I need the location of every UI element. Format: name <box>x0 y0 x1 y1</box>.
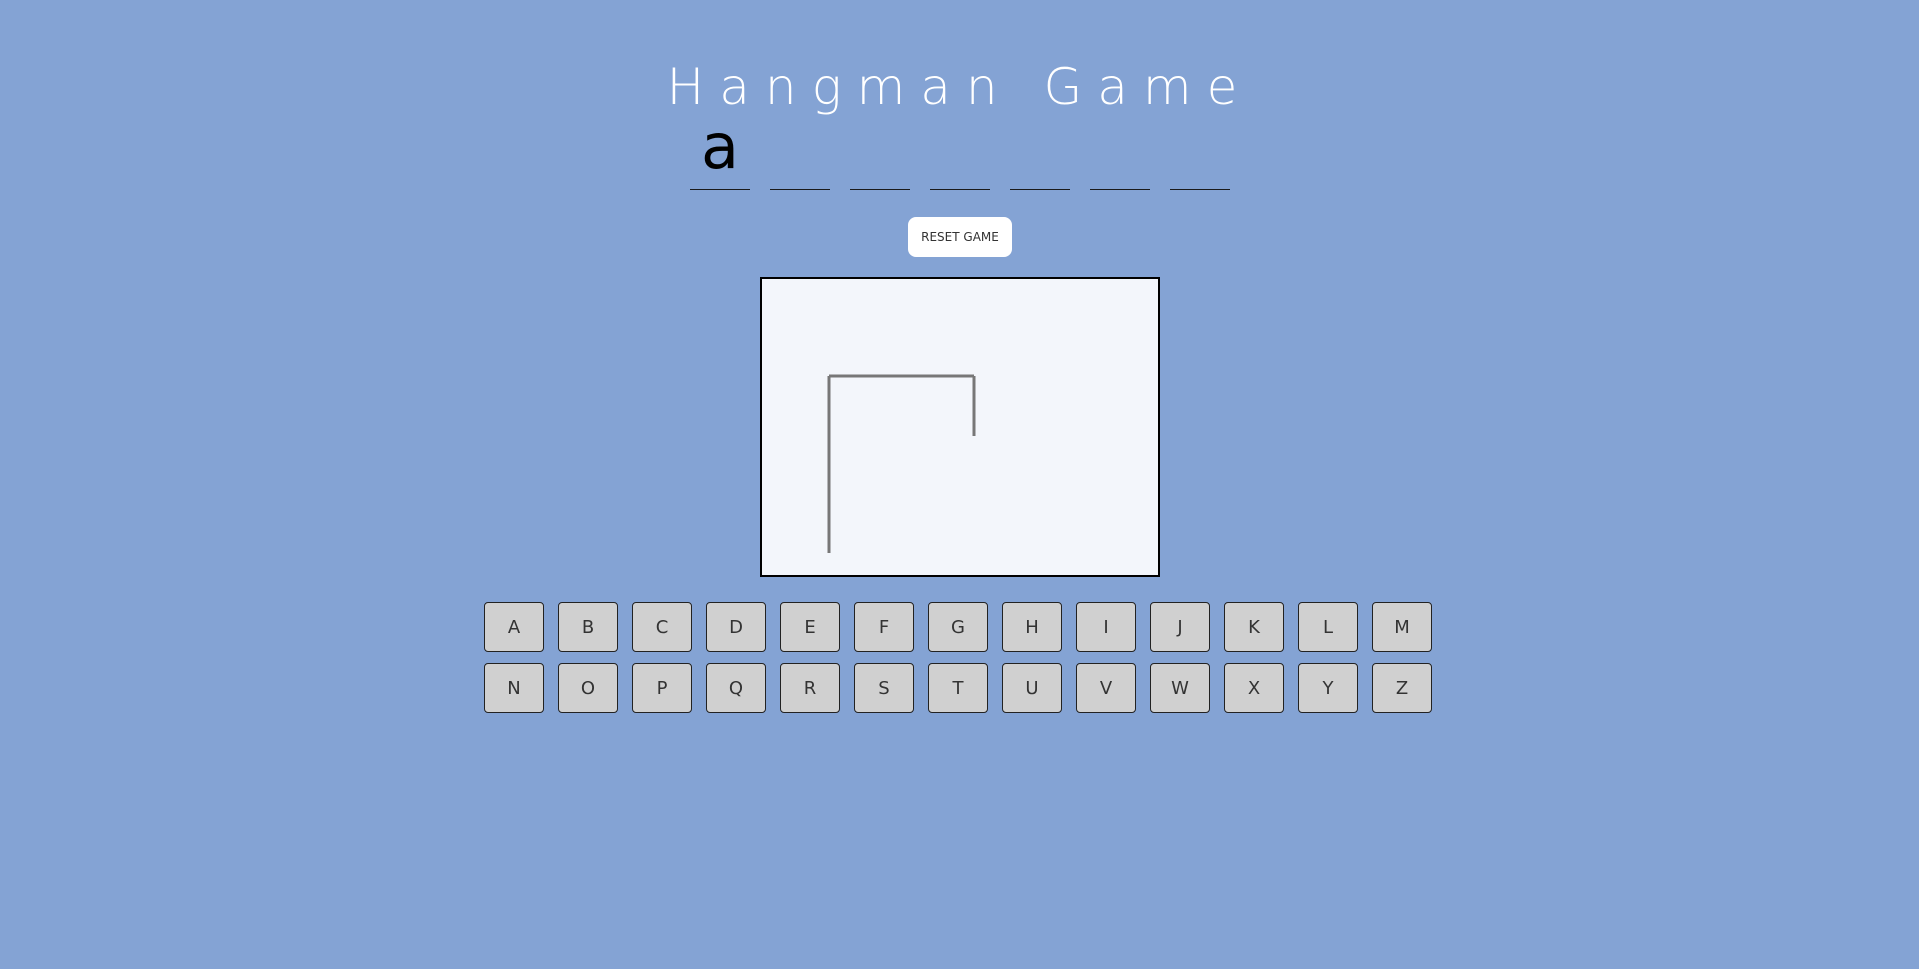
key-v[interactable]: V <box>1076 663 1136 713</box>
letter-slot <box>850 108 910 190</box>
letter-slot <box>1170 108 1230 190</box>
key-d[interactable]: D <box>706 602 766 652</box>
key-o[interactable]: O <box>558 663 618 713</box>
keyboard-row-1: A B C D E F G H I J K L M <box>484 602 1436 652</box>
key-b[interactable]: B <box>558 602 618 652</box>
letter-slot <box>770 108 830 190</box>
letter-keyboard: A B C D E F G H I J K L M N O P Q R S T … <box>484 602 1436 724</box>
key-q[interactable]: Q <box>706 663 766 713</box>
key-k[interactable]: K <box>1224 602 1284 652</box>
key-x[interactable]: X <box>1224 663 1284 713</box>
key-y[interactable]: Y <box>1298 663 1358 713</box>
letter-slot <box>1090 108 1150 190</box>
reset-game-button[interactable]: RESET GAME <box>908 217 1012 257</box>
letter-slot: a <box>690 108 750 190</box>
letter-slot <box>1010 108 1070 190</box>
key-t[interactable]: T <box>928 663 988 713</box>
key-c[interactable]: C <box>632 602 692 652</box>
key-e[interactable]: E <box>780 602 840 652</box>
key-z[interactable]: Z <box>1372 663 1432 713</box>
keyboard-row-2: N O P Q R S T U V W X Y Z <box>484 663 1436 713</box>
gallows-drawing <box>827 374 976 553</box>
key-u[interactable]: U <box>1002 663 1062 713</box>
key-r[interactable]: R <box>780 663 840 713</box>
word-display: a <box>690 108 1230 192</box>
key-m[interactable]: M <box>1372 602 1432 652</box>
key-j[interactable]: J <box>1150 602 1210 652</box>
key-l[interactable]: L <box>1298 602 1358 652</box>
key-f[interactable]: F <box>854 602 914 652</box>
key-w[interactable]: W <box>1150 663 1210 713</box>
key-p[interactable]: P <box>632 663 692 713</box>
key-g[interactable]: G <box>928 602 988 652</box>
letter-slot <box>930 108 990 190</box>
hangman-canvas <box>760 277 1160 577</box>
key-a[interactable]: A <box>484 602 544 652</box>
key-s[interactable]: S <box>854 663 914 713</box>
key-i[interactable]: I <box>1076 602 1136 652</box>
key-h[interactable]: H <box>1002 602 1062 652</box>
key-n[interactable]: N <box>484 663 544 713</box>
